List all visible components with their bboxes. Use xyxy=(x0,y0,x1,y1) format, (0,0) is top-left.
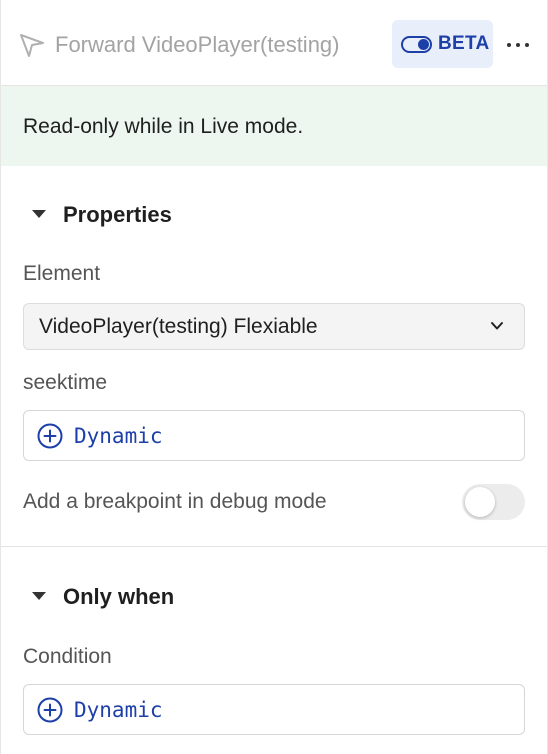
action-title: Forward VideoPlayer(testing) xyxy=(55,32,340,57)
condition-dynamic-input[interactable]: Dynamic xyxy=(23,684,525,735)
condition-label: Condition xyxy=(23,645,112,668)
element-select[interactable]: VideoPlayer(testing) Flexiable xyxy=(23,303,525,350)
seektime-dynamic-input[interactable]: Dynamic xyxy=(23,410,525,461)
toggle-on-icon xyxy=(401,35,432,53)
beta-badge[interactable]: BETA xyxy=(392,20,493,68)
seektime-dynamic-text: Dynamic xyxy=(74,424,163,448)
panel-header: Forward VideoPlayer(testing) BETA xyxy=(1,0,547,86)
more-horizontal-icon xyxy=(507,43,511,47)
caret-down-icon xyxy=(32,592,46,600)
live-mode-notice: Read-only while in Live mode. xyxy=(1,86,547,166)
add-circle-icon xyxy=(37,697,63,723)
only-when-title: Only when xyxy=(63,584,175,609)
breakpoint-toggle[interactable] xyxy=(462,484,525,520)
caret-down-icon xyxy=(32,210,46,218)
action-panel: Forward VideoPlayer(testing) BETA Read-o… xyxy=(0,0,548,754)
properties-title: Properties xyxy=(63,202,172,227)
element-label: Element xyxy=(23,262,101,285)
more-options-button[interactable] xyxy=(503,30,533,60)
breakpoint-label: Add a breakpoint in debug mode xyxy=(23,490,327,513)
notice-text: Read-only while in Live mode. xyxy=(23,115,304,138)
add-circle-icon xyxy=(37,423,63,449)
section-divider xyxy=(1,546,547,547)
element-select-value: VideoPlayer(testing) Flexiable xyxy=(39,315,318,338)
chevron-down-icon xyxy=(491,322,503,330)
send-arrow-icon xyxy=(20,34,44,57)
condition-dynamic-text: Dynamic xyxy=(74,698,163,722)
seektime-label: seektime xyxy=(23,371,108,394)
beta-label: BETA xyxy=(438,33,490,54)
toggle-knob xyxy=(465,487,495,517)
